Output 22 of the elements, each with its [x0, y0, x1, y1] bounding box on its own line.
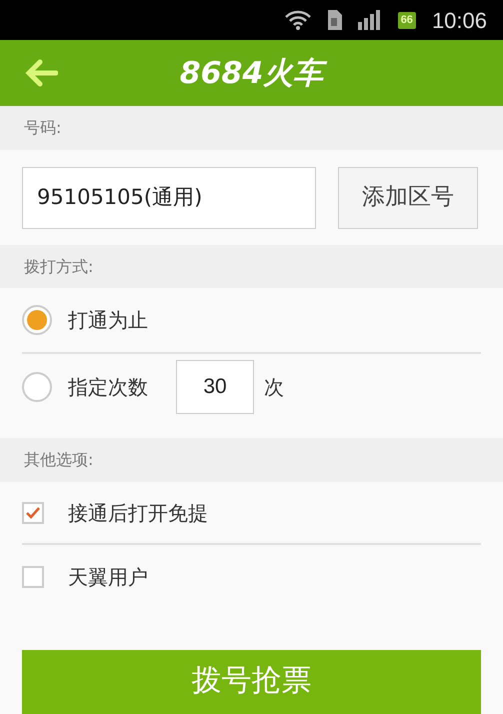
section-label: 其他选项:: [24, 449, 94, 471]
radio-button[interactable]: [22, 305, 52, 335]
clock-time: 10:06: [432, 6, 487, 34]
add-area-code-button[interactable]: 添加区号: [338, 166, 478, 228]
wifi-icon: [284, 9, 312, 31]
section-label: 号码:: [24, 117, 62, 139]
count-field[interactable]: 30: [176, 360, 254, 414]
sim-card-icon: [328, 10, 342, 30]
check-icon: [25, 506, 41, 520]
phone-number-field[interactable]: 95105105(通用): [22, 166, 316, 228]
back-arrow-icon[interactable]: [24, 58, 58, 88]
option-label: 天翼用户: [68, 564, 148, 590]
battery-indicator: 66: [398, 12, 416, 28]
signal-icon: [358, 10, 382, 30]
section-label: 拨打方式:: [24, 256, 94, 278]
radio-button[interactable]: [22, 372, 52, 402]
option-label: 打通为止: [68, 307, 148, 334]
checkbox[interactable]: [22, 502, 44, 524]
unit-label: 次: [264, 374, 284, 401]
option-label: 指定次数: [68, 374, 148, 401]
option-label: 接通后打开免提: [68, 500, 208, 526]
checkbox[interactable]: [22, 566, 44, 588]
